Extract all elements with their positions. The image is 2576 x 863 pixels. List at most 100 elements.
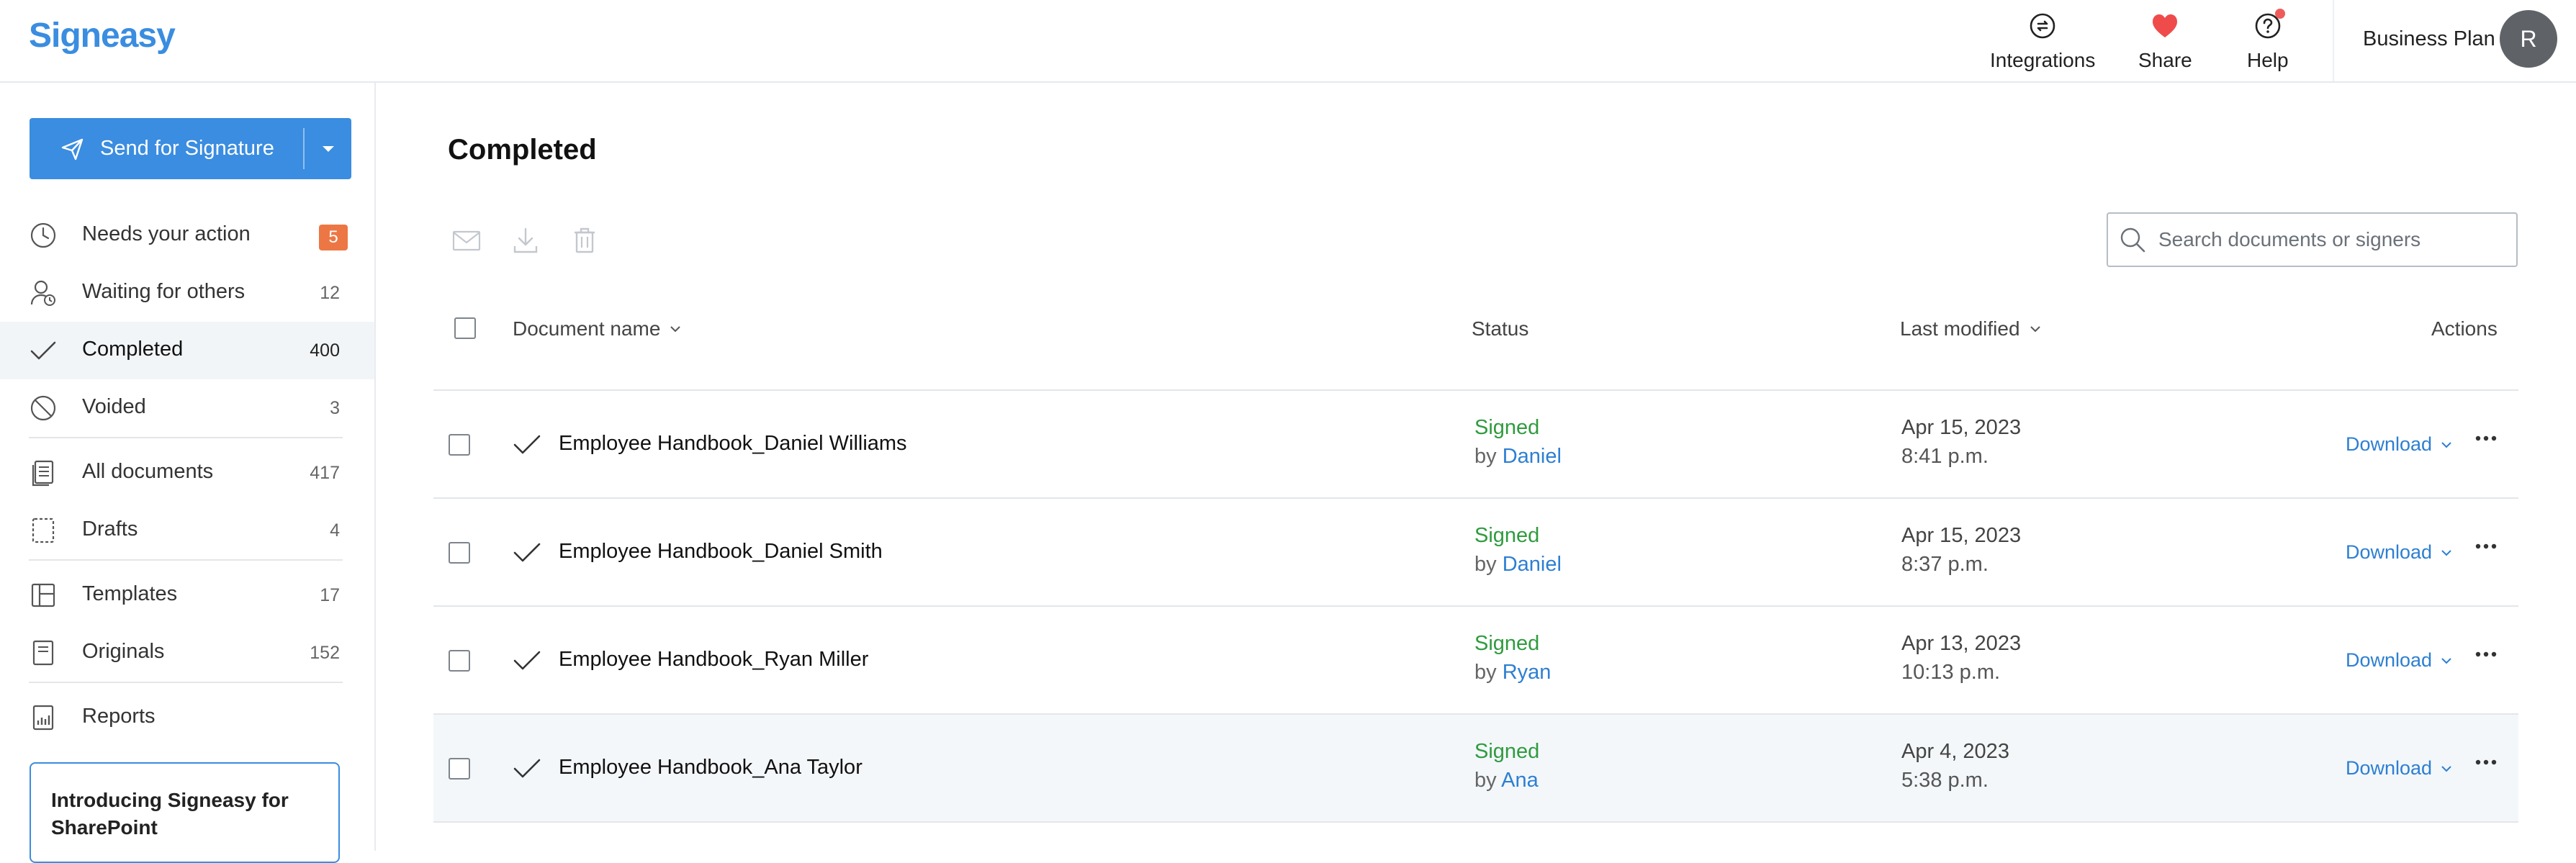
download-dropdown[interactable]: Download bbox=[2346, 649, 2452, 672]
sidebar-item-label: Drafts bbox=[82, 518, 138, 541]
send-icon bbox=[60, 136, 86, 162]
avatar[interactable]: R bbox=[2500, 10, 2557, 68]
chevron-down-icon bbox=[2441, 549, 2451, 556]
download-label: Download bbox=[2346, 541, 2433, 563]
sidebar-item-completed[interactable]: Completed 400 bbox=[0, 322, 374, 379]
sidebar-item-label: All documents bbox=[82, 460, 214, 483]
sidebar-item-drafts[interactable]: Drafts 4 bbox=[0, 502, 374, 559]
download-dropdown[interactable]: Download bbox=[2346, 433, 2452, 456]
original-icon bbox=[29, 638, 58, 667]
sidebar-item-reports[interactable]: Reports bbox=[0, 689, 374, 746]
modified-time: 10:13 p.m. bbox=[1901, 661, 2001, 684]
column-header-actions: Actions bbox=[2431, 317, 2498, 340]
documents-icon bbox=[29, 458, 58, 487]
modified-time: 5:38 p.m. bbox=[1901, 769, 1989, 792]
sidebar-item-label: Completed bbox=[82, 338, 184, 361]
integrations-icon bbox=[2027, 10, 2058, 42]
help-nav[interactable]: Help bbox=[2247, 9, 2289, 72]
status-text: Signed bbox=[1474, 416, 1540, 439]
sidebar-divider bbox=[29, 682, 343, 683]
document-name[interactable]: Employee Handbook_Daniel Smith bbox=[559, 540, 883, 564]
modified-date: Apr 15, 2023 bbox=[1901, 524, 2022, 547]
status-text: Signed bbox=[1474, 524, 1540, 547]
share-nav[interactable]: Share bbox=[2138, 10, 2192, 72]
trash-icon[interactable] bbox=[569, 225, 600, 256]
table-row[interactable]: Employee Handbook_Daniel Williams Signed… bbox=[433, 391, 2518, 499]
send-button-label: Send for Signature bbox=[100, 137, 274, 160]
signeasy-logo[interactable]: Signeasy bbox=[29, 16, 176, 55]
row-divider bbox=[433, 821, 2518, 823]
search-box[interactable] bbox=[2107, 212, 2518, 267]
row-checkbox[interactable] bbox=[449, 542, 470, 564]
table-row[interactable]: Employee Handbook_Ana Taylor Signed by A… bbox=[433, 715, 2518, 823]
status-text: Signed bbox=[1474, 632, 1540, 655]
sidebar-item-label: Voided bbox=[82, 395, 146, 418]
signer-link[interactable]: Daniel bbox=[1503, 553, 1562, 576]
sidebar-item-templates[interactable]: Templates 17 bbox=[0, 566, 374, 624]
sidebar-item-label: Templates bbox=[82, 582, 178, 605]
send-button-main[interactable]: Send for Signature bbox=[30, 118, 303, 179]
sharepoint-promo-card[interactable]: Introducing Signeasy for SharePoint bbox=[30, 762, 340, 863]
clock-icon bbox=[29, 221, 58, 250]
document-name[interactable]: Employee Handbook_Ryan Miller bbox=[559, 648, 868, 672]
row-checkbox[interactable] bbox=[449, 434, 470, 456]
column-header-label: Document name bbox=[513, 317, 661, 340]
signed-by: by Ana bbox=[1474, 769, 1539, 792]
completed-check-icon bbox=[513, 541, 541, 565]
sidebar-item-needs-action[interactable]: Needs your action 5 bbox=[0, 207, 374, 264]
help-icon bbox=[2252, 9, 2285, 42]
more-options-icon[interactable] bbox=[2475, 759, 2497, 765]
status-text: Signed bbox=[1474, 740, 1540, 763]
modified-time: 8:41 p.m. bbox=[1901, 445, 1989, 468]
signed-by: by Daniel bbox=[1474, 445, 1562, 469]
by-prefix: by bbox=[1474, 661, 1497, 684]
check-icon bbox=[29, 336, 58, 365]
modified-date: Apr 15, 2023 bbox=[1901, 416, 2022, 439]
sidebar-item-originals[interactable]: Originals 152 bbox=[0, 624, 374, 682]
account-area[interactable]: Business Plan R bbox=[2333, 0, 2576, 81]
by-prefix: by bbox=[1474, 445, 1497, 468]
draft-icon bbox=[29, 516, 58, 545]
row-checkbox[interactable] bbox=[449, 650, 470, 672]
download-label: Download bbox=[2346, 757, 2433, 779]
signer-link[interactable]: Daniel bbox=[1503, 445, 1562, 468]
signer-link[interactable]: Ana bbox=[1501, 769, 1539, 792]
document-name[interactable]: Employee Handbook_Ana Taylor bbox=[559, 756, 863, 780]
select-all-checkbox[interactable] bbox=[454, 317, 476, 339]
void-icon bbox=[29, 394, 58, 423]
integrations-nav[interactable]: Integrations bbox=[1990, 10, 2095, 72]
document-name[interactable]: Employee Handbook_Daniel Williams bbox=[559, 432, 907, 456]
modified-date: Apr 13, 2023 bbox=[1901, 632, 2022, 655]
signer-link[interactable]: Ryan bbox=[1503, 661, 1552, 684]
chevron-down-icon bbox=[2441, 765, 2451, 772]
modified-time: 8:37 p.m. bbox=[1901, 553, 1989, 576]
sidebar-item-count: 400 bbox=[310, 340, 340, 361]
completed-check-icon bbox=[513, 433, 541, 457]
download-dropdown[interactable]: Download bbox=[2346, 541, 2452, 564]
send-for-signature-button[interactable]: Send for Signature bbox=[30, 118, 351, 179]
download-dropdown[interactable]: Download bbox=[2346, 757, 2452, 780]
download-icon[interactable] bbox=[510, 225, 541, 256]
more-options-icon[interactable] bbox=[2475, 543, 2497, 549]
by-prefix: by bbox=[1474, 769, 1497, 792]
table-row[interactable]: Employee Handbook_Ryan Miller Signed by … bbox=[433, 607, 2518, 715]
sidebar-item-waiting[interactable]: Waiting for others 12 bbox=[0, 264, 374, 322]
download-label: Download bbox=[2346, 649, 2433, 671]
sidebar-item-all-documents[interactable]: All documents 417 bbox=[0, 444, 374, 502]
column-header-document-name[interactable]: Document name bbox=[513, 317, 682, 340]
email-icon[interactable] bbox=[451, 225, 482, 256]
needs-action-badge: 5 bbox=[319, 225, 348, 250]
search-input[interactable] bbox=[2157, 227, 2491, 252]
download-label: Download bbox=[2346, 433, 2433, 455]
sidebar-item-voided[interactable]: Voided 3 bbox=[0, 379, 374, 437]
template-icon bbox=[29, 581, 58, 610]
row-checkbox[interactable] bbox=[449, 758, 470, 780]
send-options-dropdown[interactable] bbox=[305, 118, 351, 179]
plan-label: Business Plan bbox=[2363, 27, 2495, 50]
more-options-icon[interactable] bbox=[2475, 651, 2497, 657]
help-label: Help bbox=[2247, 49, 2289, 71]
more-options-icon[interactable] bbox=[2475, 435, 2497, 441]
completed-check-icon bbox=[513, 756, 541, 781]
table-row[interactable]: Employee Handbook_Daniel Smith Signed by… bbox=[433, 499, 2518, 607]
column-header-last-modified[interactable]: Last modified bbox=[1900, 317, 2042, 340]
